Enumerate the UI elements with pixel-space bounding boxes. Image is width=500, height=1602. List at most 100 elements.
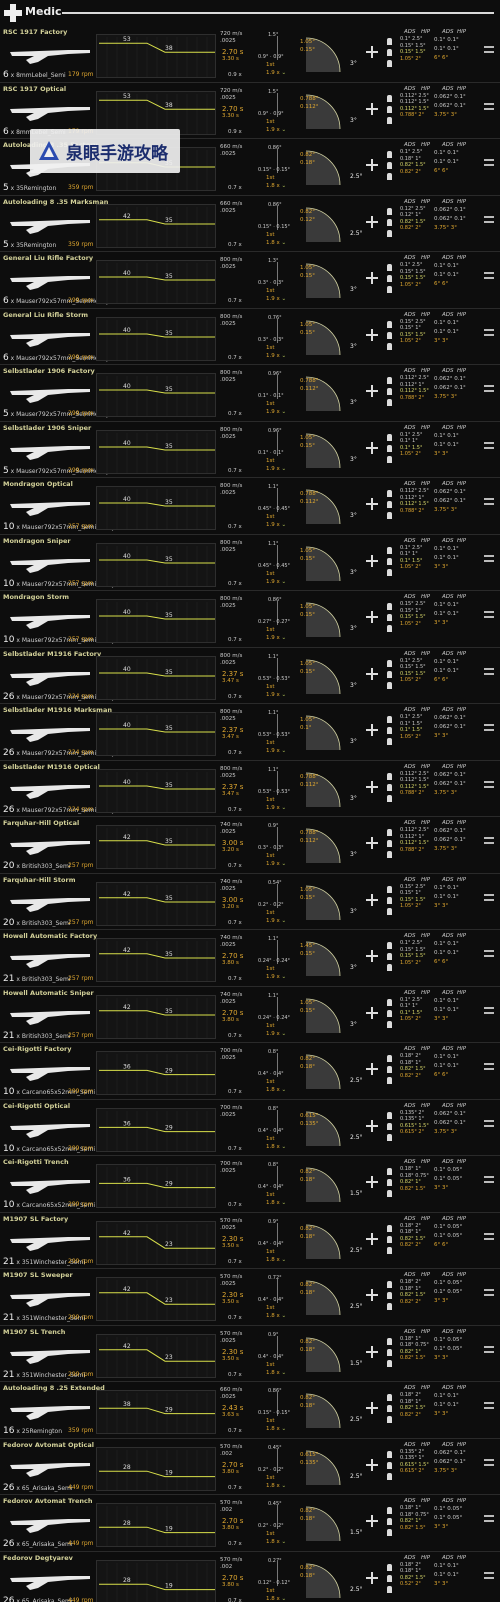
recoil-block: 0.9° 0.3° · 0.3° 1st 1.9 x ⌄ [258, 823, 298, 871]
prone-icon [387, 455, 392, 463]
weapon-silhouette-icon [10, 1575, 90, 1590]
hip-header: HIP [421, 707, 431, 713]
recoil-right: 0.24° [276, 1014, 291, 1021]
velocity-value: 800 m/s [220, 709, 243, 715]
recoil-horizontal: 0.53° · 0.53° [258, 789, 290, 795]
recoil-horizontal: 0.4° · 0.4° [258, 1184, 284, 1190]
recoil-horizontal: 0.9° · 0.9° [258, 54, 284, 60]
crouching-icon [387, 1405, 392, 1412]
crosshair-icon [366, 498, 378, 510]
magazine-size: 10 [3, 1143, 15, 1154]
fire-rate: 299 rpm [68, 1314, 94, 1321]
recoil-block: 0.9° 0.4° · 0.4° 1st 1.8 x ⌄ [258, 1332, 298, 1380]
spread-values: 0.82° 0.18° [300, 1225, 315, 1241]
stance-icons [386, 714, 394, 754]
sway-row: 0.1° 0.05° [434, 1280, 463, 1286]
prone-icon [387, 1190, 392, 1197]
weapon-name: Farquhar-Hill Storm [3, 875, 76, 884]
magazine-size: 26 [3, 1539, 15, 1549]
standing-icon [387, 998, 392, 1006]
chevron-down-icon: ⌄ [279, 465, 287, 472]
hip-header: HIP [421, 1441, 431, 1448]
sway-row: 0.062° 0.1° [434, 206, 466, 213]
recoil-left: 0.27° [258, 619, 272, 625]
sway-row: 0.062° 0.1° [434, 1119, 466, 1126]
fire-rate: 359 rpm [68, 184, 94, 191]
damage-falloff-plot: 42 35 [99, 997, 215, 1038]
crosshair-icon [366, 724, 378, 736]
ads-header-sway: ADS [442, 142, 454, 148]
recoil-left: 0.4° [258, 1353, 269, 1360]
sway-table: 0.1° 0.05° 0.1° 0.05° 3° 3° [434, 1336, 462, 1363]
magazine-info: 21 x British303_Semi [3, 1031, 71, 1041]
velocity-value: 800 m/s [220, 370, 243, 376]
damage-low-label: 35 [165, 556, 173, 563]
magazine-size: 26 [3, 804, 15, 815]
recoil-left: 0.53° [258, 675, 272, 682]
sway-table: 0.062° 0.1° 0.062° 0.1° 3.75° 3° [434, 488, 466, 515]
ads-header-sway: ADS [442, 763, 454, 770]
spread-max: 1.05° [300, 886, 315, 893]
spread-row: 1.05° 2° [400, 733, 421, 740]
magazine-separator: x [14, 1032, 22, 1040]
muzzle-velocity: 800 m/s .0025 [220, 540, 242, 554]
bipod-icon [484, 611, 494, 621]
ads-header: ADS [404, 1215, 416, 1222]
prone-icon [387, 60, 392, 67]
weapon-row: Selbstlader M1916 Factory 26 x Mauser792x… [0, 648, 500, 704]
stance-spread-table: 0.1° 2.5° 0.1° 1° 0.1° 1.5° 1.05° 2° [400, 997, 423, 1023]
spread-max: 1.45° [300, 943, 315, 949]
recoil-left: 0.1° [258, 449, 269, 456]
recoil-right: 0.15° [276, 223, 291, 230]
ads-header: ADS [404, 1159, 416, 1165]
crouching-icon [387, 331, 392, 339]
reload-time-empty: 3.63 s [222, 1412, 239, 1418]
spread-max: 1.05° [300, 717, 315, 723]
zoom-multiplier: 0.7 x [228, 806, 242, 813]
weapon-name: Mondragon Storm [3, 593, 70, 601]
sway-table: 0.1° 0.1° 0.1° 0.1° 6° 6° [434, 36, 459, 63]
ads-header-sway: ADS [442, 1046, 454, 1052]
zoom-multiplier: 0.7 x [228, 1315, 242, 1321]
zoom-multiplier: 0.7 x [228, 1371, 242, 1378]
recoil-horizontal: 0.53° · 0.53° [258, 732, 290, 738]
ads-header: ADS [404, 142, 416, 148]
first-shot-value: 1.8 x [266, 1087, 280, 1093]
spread-angle: 3° [350, 964, 357, 971]
crosshair-icon [366, 1119, 378, 1132]
weapon-name: Howell Automatic Sniper [3, 988, 94, 997]
first-shot-value: 1.9 x [266, 352, 280, 359]
muzzle-velocity: 570 m/s .002 [220, 1444, 242, 1458]
hip-header-sway: HIP [457, 1441, 467, 1448]
standing-icon [387, 94, 392, 102]
sway-row: 3° 3° [434, 1185, 449, 1191]
sway-table: 0.1° 0.1° 0.1° 0.1° 6° 6° [434, 262, 459, 289]
stance-icons [386, 1110, 394, 1150]
recoil-block: 0.45° 0.2° · 0.2° 1st 1.8 x ⌄ [258, 1501, 298, 1549]
recoil-right: 0.53° [276, 788, 291, 795]
magazine-separator: x [14, 1315, 22, 1322]
hip-header: HIP [421, 481, 431, 487]
ads-header: ADS [404, 1385, 416, 1391]
ads-header: ADS [404, 1328, 416, 1335]
spread-min: 0.15° [300, 894, 315, 901]
zoom-multiplier: 0.7 x [228, 1541, 242, 1547]
weapon-name: Cei-Rigotti Optical [3, 1101, 71, 1110]
weapon-silhouette-icon [10, 1519, 90, 1533]
sway-row: 3.75° 3° [434, 1128, 457, 1135]
spread-max: 1.05° [300, 321, 315, 328]
crouching-icon [387, 896, 392, 904]
sway-row: 6° 6° [434, 959, 449, 965]
reload-time: 2.37 s [222, 669, 244, 678]
first-shot-multiplier: 1.8 x ⌄ [266, 1539, 286, 1545]
recoil-right: 0.15° [276, 1410, 291, 1416]
spread-values: 0.82° 0.18° [300, 1507, 315, 1523]
first-shot-label: 1st [266, 1022, 275, 1029]
sway-row: 0.062° 0.1° [434, 385, 466, 391]
stance-spread-table: 0.18° 1° 0.18° 0.75° 0.82° 1° 0.82° 1.5° [400, 1336, 429, 1362]
weapon-name: Selbstlader 1906 Factory [3, 367, 95, 375]
spread-min: 0.15° [300, 273, 315, 279]
weapon-silhouette-icon [10, 728, 90, 742]
sway-row: 3° 3° [434, 1354, 449, 1361]
velocity-value: 660 m/s [220, 200, 243, 207]
